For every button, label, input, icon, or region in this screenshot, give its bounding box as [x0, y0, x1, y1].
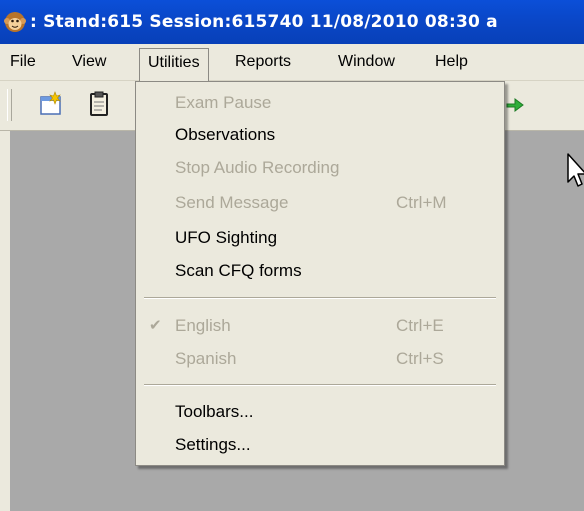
menu-item-exam-pause[interactable]: Exam Pause: [136, 88, 504, 118]
menu-separator: [144, 384, 496, 386]
app-window: : Stand:615 Session:615740 11/08/2010 08…: [0, 0, 584, 511]
menu-item-scan-cfq-forms[interactable]: Scan CFQ forms: [136, 256, 504, 286]
menu-help[interactable]: Help: [427, 49, 476, 75]
shortcut-ctrl-s: Ctrl+S: [396, 349, 444, 368]
menu-view[interactable]: View: [64, 49, 114, 75]
utilities-dropdown-menu: Exam Pause Observations Stop Audio Recor…: [135, 81, 505, 466]
menu-utilities[interactable]: Utilities: [139, 48, 209, 81]
menu-item-send-message[interactable]: Send Message Ctrl+M: [136, 188, 504, 218]
menu-item-stop-audio-recording[interactable]: Stop Audio Recording: [136, 153, 504, 183]
menu-window[interactable]: Window: [330, 49, 403, 75]
monkey-face-icon: [4, 12, 26, 32]
shortcut-ctrl-m: Ctrl+M: [396, 193, 447, 212]
shortcut-ctrl-e: Ctrl+E: [396, 316, 444, 335]
window-left-border: [0, 131, 10, 511]
menu-item-ufo-sighting[interactable]: UFO Sighting: [136, 223, 504, 253]
menu-bar: File View Utilities Reports Window Help: [0, 44, 584, 81]
new-document-icon[interactable]: [38, 90, 64, 118]
menu-item-english[interactable]: ✔ English Ctrl+E: [136, 311, 504, 341]
menu-item-observations[interactable]: Observations: [136, 120, 504, 150]
menu-reports[interactable]: Reports: [227, 49, 299, 75]
clipboard-icon[interactable]: [86, 90, 112, 118]
window-title: : Stand:615 Session:615740 11/08/2010 08…: [30, 12, 498, 32]
green-arrow-icon[interactable]: [503, 90, 529, 118]
menu-file[interactable]: File: [2, 49, 44, 75]
menu-item-spanish[interactable]: Spanish Ctrl+S: [136, 344, 504, 374]
checkmark-icon: ✔: [149, 317, 162, 334]
menu-item-settings[interactable]: Settings...: [136, 430, 504, 460]
menu-item-toolbars[interactable]: Toolbars...: [136, 397, 504, 427]
menu-separator: [144, 297, 496, 299]
toolbar-grip[interactable]: [7, 89, 12, 121]
title-bar[interactable]: : Stand:615 Session:615740 11/08/2010 08…: [0, 0, 584, 44]
mouse-cursor-icon: [567, 153, 584, 187]
